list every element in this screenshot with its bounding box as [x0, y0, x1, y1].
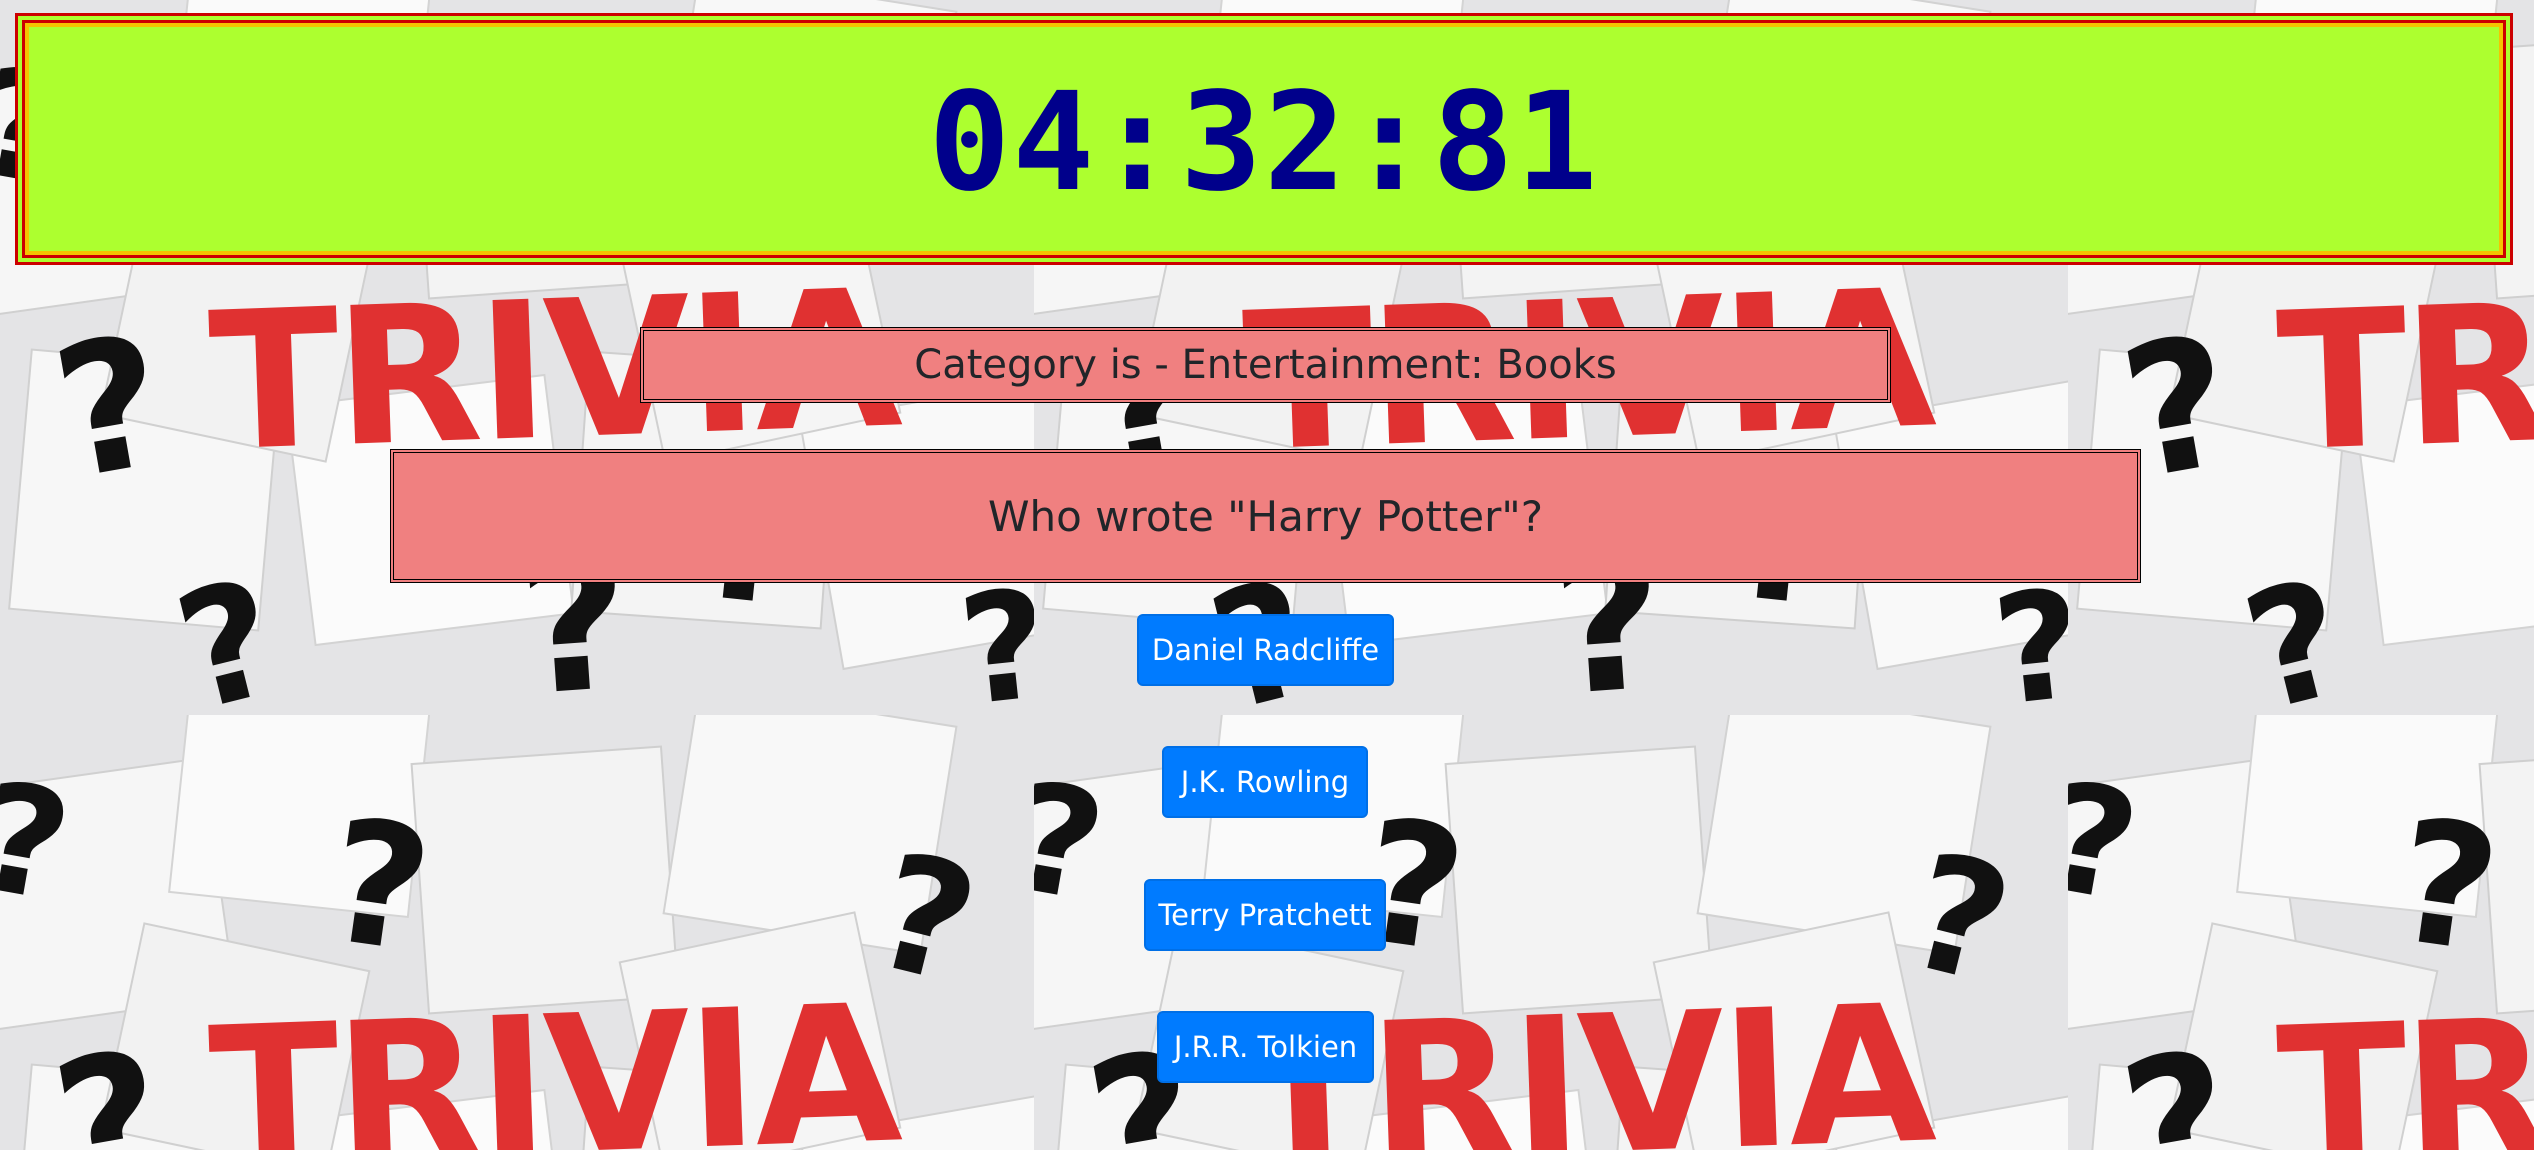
category-box: Category is - Entertainment: Books: [640, 327, 1891, 403]
question-box: Who wrote "Harry Potter"?: [390, 449, 2141, 583]
category-label: Category is - Entertainment: Books: [914, 342, 1617, 388]
answer-button-jk-rowling[interactable]: J.K. Rowling: [1162, 746, 1368, 818]
answer-button-daniel-radcliffe[interactable]: Daniel Radcliffe: [1137, 614, 1394, 686]
timer-display: 04:32:81: [928, 64, 1600, 222]
question-text: Who wrote "Harry Potter"?: [987, 491, 1544, 541]
answer-button-jrr-tolkien[interactable]: J.R.R. Tolkien: [1157, 1011, 1374, 1083]
timer-banner: 04:32:81: [15, 13, 2513, 265]
answer-button-terry-pratchett[interactable]: Terry Pratchett: [1144, 879, 1386, 951]
